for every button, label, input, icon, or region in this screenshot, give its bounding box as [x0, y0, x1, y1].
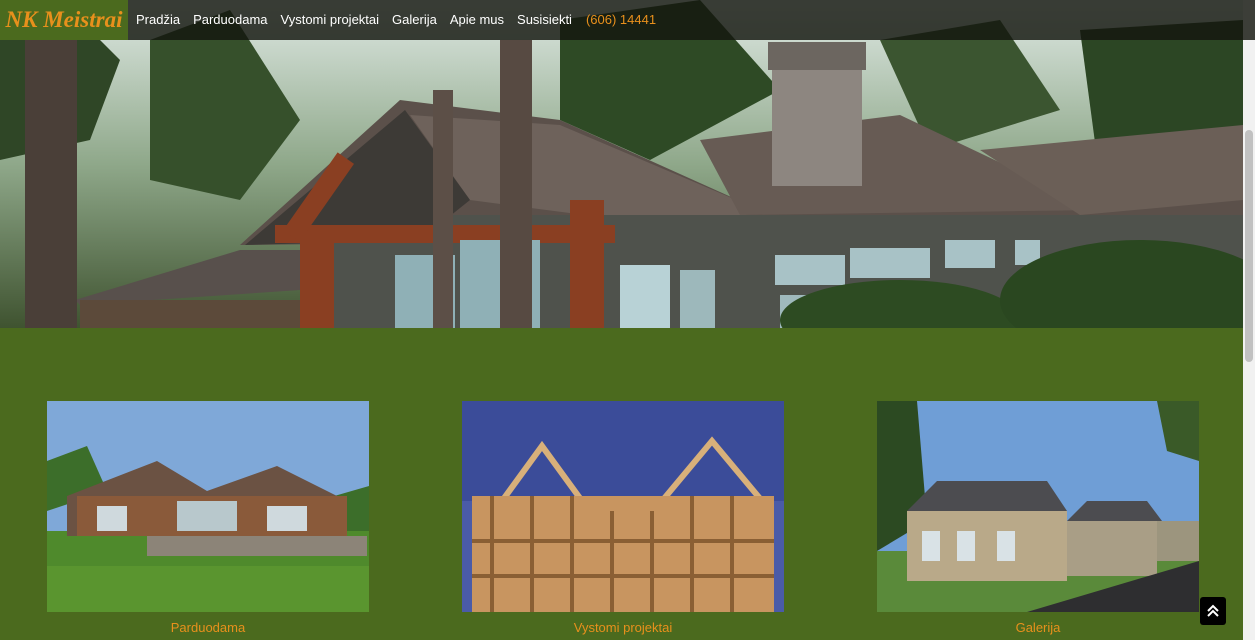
card-galerija: Galerija	[877, 401, 1199, 635]
card-link-parduodama[interactable]: Parduodama	[47, 620, 369, 635]
card-image-construction-framing[interactable]	[462, 401, 784, 612]
nav-item-susisiekti[interactable]: Susisiekti	[517, 6, 572, 34]
back-to-top-button[interactable]	[1200, 597, 1226, 625]
house-illustration	[0, 0, 1243, 328]
brand-logo[interactable]: NK Meistrai	[0, 0, 128, 40]
page-scrollbar[interactable]	[1243, 0, 1255, 640]
scrollbar-thumb[interactable]	[1245, 130, 1253, 362]
nav-item-galerija[interactable]: Galerija	[392, 6, 437, 34]
top-navbar: NK Meistrai Pradžia Parduodama Vystomi p…	[0, 0, 1255, 40]
nav-item-apie-mus[interactable]: Apie mus	[450, 6, 504, 34]
card-link-vystomi-projektai[interactable]: Vystomi projektai	[462, 620, 784, 635]
card-image-gallery-houses[interactable]	[877, 401, 1199, 612]
nav-menu: Pradžia Parduodama Vystomi projektai Gal…	[136, 0, 656, 40]
nav-phone-link[interactable]: (606) 14441	[586, 6, 656, 34]
nav-item-vystomi-projektai[interactable]: Vystomi projektai	[281, 6, 380, 34]
card-parduodama: Parduodama	[47, 401, 369, 635]
nav-item-parduodama[interactable]: Parduodama	[193, 6, 267, 34]
hero-image	[0, 0, 1243, 328]
double-chevron-up-icon	[1207, 604, 1219, 617]
nav-item-pradzia[interactable]: Pradžia	[136, 6, 180, 34]
card-vystomi-projektai: Vystomi projektai	[462, 401, 784, 635]
card-image-for-sale-house[interactable]	[47, 401, 369, 612]
card-link-galerija[interactable]: Galerija	[877, 620, 1199, 635]
